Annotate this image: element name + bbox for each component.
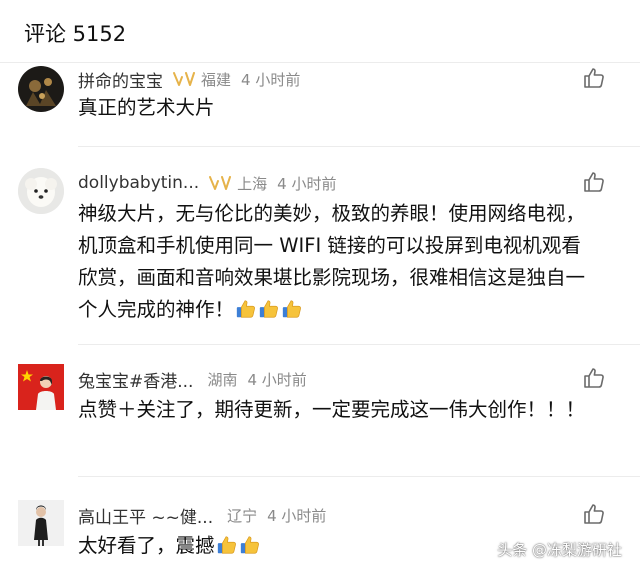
- comment-meta: dollybabytin... 上海 4 小时前: [78, 171, 336, 195]
- location: 福建: [201, 70, 232, 89]
- comment-content: 点赞＋关注了，期待更新，一定要完成这一伟大创作！！！: [78, 394, 598, 426]
- comment-text: 点赞＋关注了，期待更新，一定要完成这一伟大创作！！！: [78, 398, 586, 421]
- vip-badge-icon: [209, 175, 231, 191]
- comment-item: dollybabytin... 上海 4 小时前 神级大片，无与伦比的美妙，极致…: [0, 160, 640, 340]
- comment-meta: 兔宝宝#香港... 湖南 4 小时前: [78, 367, 307, 392]
- location: 湖南: [207, 370, 238, 389]
- divider: [78, 476, 640, 477]
- comment-text: 神级大片，无与伦比的美妙，极致的养眼！使用网络电视，机顶盒和手机使用同一 WIF…: [78, 202, 586, 321]
- comment-content: 神级大片，无与伦比的美妙，极致的养眼！使用网络电视，机顶盒和手机使用同一 WIF…: [78, 198, 598, 326]
- comment-content: 真正的艺术大片: [78, 92, 598, 124]
- divider: [78, 344, 640, 345]
- like-icon[interactable]: [582, 502, 606, 526]
- thumbs-up-emoji-icon: [235, 298, 257, 320]
- like-icon[interactable]: [582, 366, 606, 390]
- divider: [78, 146, 640, 147]
- like-icon[interactable]: [582, 170, 606, 194]
- watermark: 头条 @冻梨游研社: [497, 541, 622, 559]
- comment-text: 真正的艺术大片: [78, 96, 215, 119]
- thumbs-up-emoji-icon: [281, 298, 303, 320]
- timestamp: 4 小时前: [247, 370, 307, 389]
- comment-meta: 拼命的宝宝 福建 4 小时前: [78, 67, 301, 92]
- username[interactable]: 高山王平 ~~健...: [78, 503, 213, 528]
- comment-item: 拼命的宝宝 福建 4 小时前 真正的艺术大片: [0, 62, 640, 134]
- thumbs-up-emoji-icon: [216, 534, 238, 556]
- comments-header: 评论 5152: [0, 0, 640, 63]
- vip-badge-icon: [173, 71, 195, 87]
- location: 上海: [237, 174, 268, 193]
- username[interactable]: 拼命的宝宝: [78, 67, 163, 92]
- timestamp: 4 小时前: [241, 70, 301, 89]
- like-icon[interactable]: [582, 66, 606, 90]
- username[interactable]: dollybabytin...: [78, 173, 199, 193]
- thumbs-up-emoji-icon: [239, 534, 261, 556]
- avatar[interactable]: [18, 500, 64, 546]
- timestamp: 4 小时前: [277, 174, 337, 193]
- comment-item: 兔宝宝#香港... 湖南 4 小时前 点赞＋关注了，期待更新，一定要完成这一伟大…: [0, 356, 640, 466]
- avatar[interactable]: [18, 168, 64, 214]
- avatar[interactable]: [18, 66, 64, 112]
- location: 辽宁: [227, 506, 258, 525]
- username[interactable]: 兔宝宝#香港...: [78, 367, 193, 392]
- timestamp: 4 小时前: [267, 506, 327, 525]
- comments-count-title: 评论 5152: [24, 22, 127, 46]
- comment-text: 太好看了，震撼: [78, 534, 215, 557]
- avatar[interactable]: [18, 364, 64, 410]
- comment-meta: 高山王平 ~~健... 辽宁 4 小时前: [78, 503, 327, 528]
- thumbs-up-emoji-icon: [258, 298, 280, 320]
